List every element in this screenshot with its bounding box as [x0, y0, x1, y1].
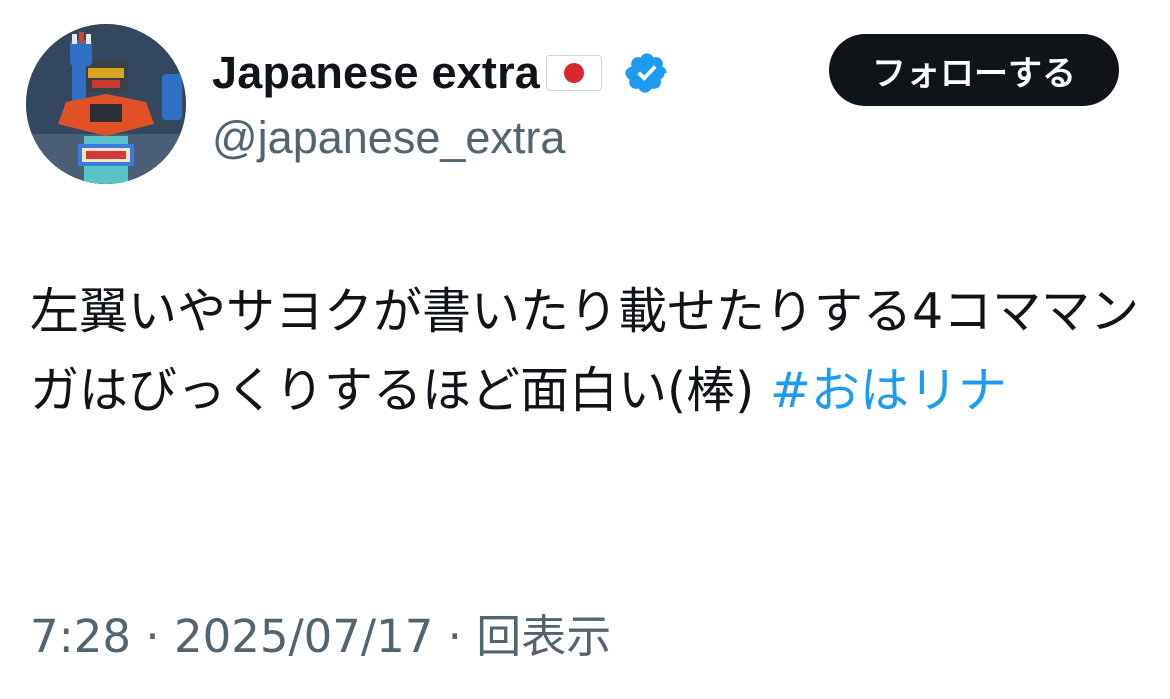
follow-button[interactable]: フォローする [829, 34, 1119, 106]
hashtag-link[interactable]: #おはリナ [770, 362, 1007, 419]
display-name[interactable]: Japanese extra [212, 47, 540, 99]
display-name-row[interactable]: Japanese extra [212, 40, 670, 106]
meta-separator: · [433, 610, 477, 663]
robot-figure-avatar-image [26, 24, 186, 184]
views-label: 回表示 [476, 610, 612, 663]
avatar[interactable] [26, 24, 186, 184]
tweet-text: 左翼いやサヨクが書いたり載せたりする4コママンガはびっくりするほど面白い(棒) … [30, 272, 1140, 430]
japan-flag-icon [546, 55, 603, 91]
verified-badge-icon[interactable] [624, 50, 670, 96]
meta-separator: · [131, 610, 174, 663]
tweet-meta: 7:28 · 2025/07/17 · 回表示 [30, 600, 611, 665]
tweet-date[interactable]: 2025/07/17 [174, 610, 433, 663]
tweet-time[interactable]: 7:28 [30, 610, 131, 663]
user-handle[interactable]: @japanese_extra [212, 112, 565, 164]
